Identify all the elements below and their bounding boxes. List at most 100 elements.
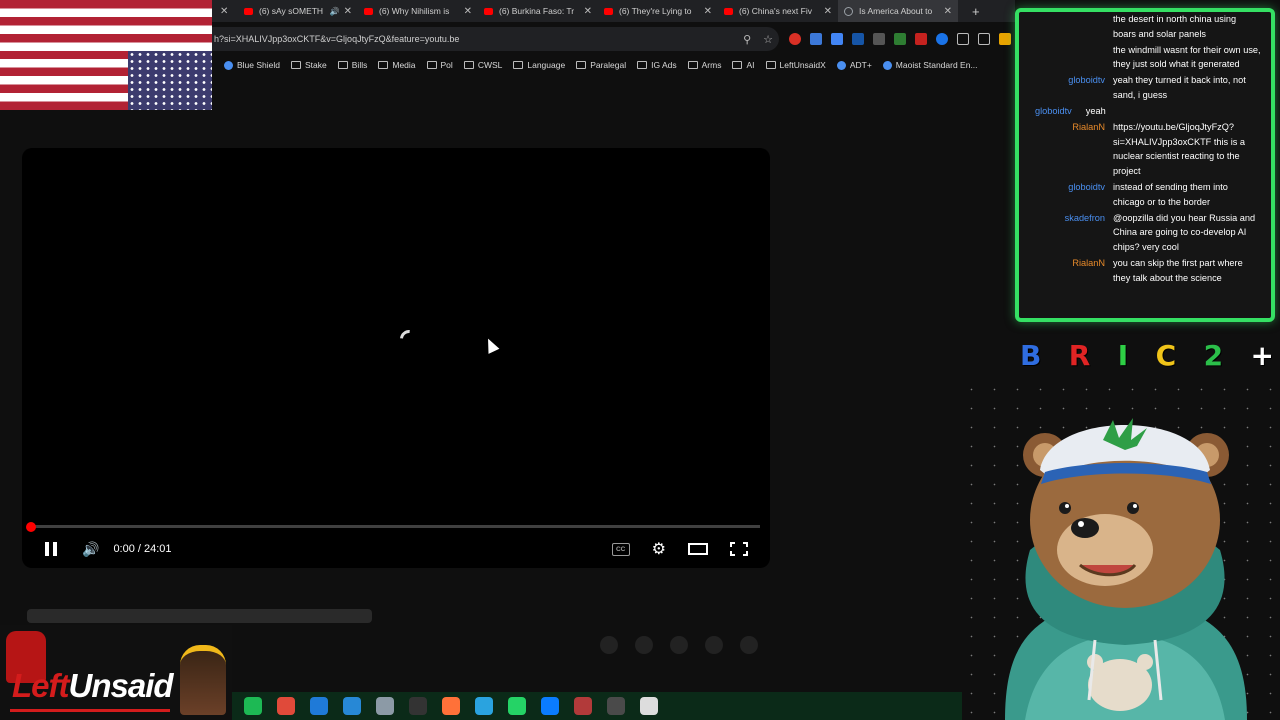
extension-icon[interactable] <box>894 33 906 45</box>
bookmark-item[interactable]: Maoist Standard En... <box>882 60 978 70</box>
bookmark-label: CWSL <box>477 60 503 70</box>
close-icon[interactable]: ✕ <box>344 6 352 17</box>
tab-title: Is America About to <box>859 6 933 16</box>
folder-icon <box>513 61 524 69</box>
tab-2[interactable]: (6) Burkina Faso: Tr ✕ <box>478 0 598 22</box>
url-text[interactable]: h?si=XHALIVJpp3oxCKTF&v=GljoqJtyFzQ&feat… <box>214 34 731 44</box>
extension-icon[interactable] <box>873 33 885 45</box>
telegram-icon[interactable] <box>475 697 493 715</box>
obs-icon[interactable] <box>607 697 625 715</box>
us-flag-overlay <box>0 0 212 110</box>
extension-icon[interactable] <box>852 33 864 45</box>
channel-glyph-icon: + <box>1250 338 1274 372</box>
fullscreen-button[interactable] <box>730 542 748 556</box>
bookmark-item[interactable]: LeftUnsaidX <box>765 60 826 70</box>
zoom-icon[interactable]: ⚲ <box>743 33 751 46</box>
bookmark-item[interactable]: Arms <box>687 60 721 70</box>
chat-overlay: the desert in north china using boars an… <box>1015 8 1275 322</box>
bookmark-label: LeftUnsaidX <box>779 60 826 70</box>
volume-icon[interactable]: 🔊 <box>82 541 99 558</box>
chat-username: RialanN <box>1072 258 1105 268</box>
bookmark-star-icon[interactable]: ☆ <box>763 33 773 46</box>
bookmark-item[interactable]: AI <box>732 60 755 70</box>
video-progress-bar[interactable] <box>26 521 760 532</box>
channel-glyph-icon: R <box>1068 338 1091 372</box>
whatsapp-icon[interactable] <box>508 697 526 715</box>
sidebar-icon[interactable] <box>978 33 990 45</box>
player-controls: 🔊 0:00 / 24:01 CC ⚙ <box>22 536 770 562</box>
extensions-puzzle-icon[interactable] <box>957 33 969 45</box>
channel-glyph-icon: B <box>1020 338 1042 372</box>
app11-icon[interactable] <box>574 697 592 715</box>
app5-icon[interactable] <box>376 697 394 715</box>
chat-username: globoidtv <box>1068 182 1105 193</box>
extension-icon[interactable] <box>936 33 948 45</box>
extension-icon[interactable] <box>789 33 801 45</box>
extensions-bar <box>779 33 1015 45</box>
bookmark-item[interactable]: Language <box>513 60 565 70</box>
close-icon[interactable]: ✕ <box>584 6 592 17</box>
theater-mode-button[interactable] <box>688 543 708 555</box>
chat-message: skadefron @oopzilla did you hear Russia a… <box>1027 211 1261 255</box>
bookmark-item[interactable]: Stake <box>291 60 327 70</box>
channel-glyph-icon: I <box>1117 338 1129 372</box>
folder-icon <box>337 61 348 69</box>
folder-icon <box>576 61 587 69</box>
close-icon[interactable]: ✕ <box>704 6 712 17</box>
bookmark-item[interactable]: Blue Shield <box>224 60 280 70</box>
tab-truncated[interactable]: ✕ <box>212 0 238 22</box>
tab-4[interactable]: (6) China's next Fiv ✕ <box>718 0 838 22</box>
omnibox[interactable]: h?si=XHALIVJpp3oxCKTF&v=GljoqJtyFzQ&feat… <box>212 27 779 51</box>
extension-icon[interactable] <box>999 33 1011 45</box>
bookmark-item[interactable]: CWSL <box>463 60 503 70</box>
spotify-icon[interactable] <box>244 697 262 715</box>
youtube-favicon-icon <box>724 7 733 15</box>
video-player[interactable] <box>22 148 770 568</box>
speaker-icon[interactable]: 🔊 <box>330 7 340 16</box>
channel-icons: B R I C 2 + <box>1018 336 1278 374</box>
firefox-icon[interactable] <box>442 697 460 715</box>
chat-username <box>1027 43 1113 72</box>
bookmark-item[interactable]: ADT+ <box>836 60 872 70</box>
action-skeletons <box>600 636 758 654</box>
bookmark-item[interactable]: Media <box>378 60 416 70</box>
translate-icon[interactable] <box>831 33 843 45</box>
tab-1[interactable]: (6) Why Nihilism is ✕ <box>358 0 478 22</box>
progress-scrubber[interactable] <box>26 521 36 532</box>
title-skeleton <box>27 609 372 623</box>
adblock-icon[interactable] <box>915 33 927 45</box>
vscode-icon[interactable] <box>343 697 361 715</box>
chrome-icon[interactable] <box>277 697 295 715</box>
bookmark-item[interactable]: Bills <box>337 60 367 70</box>
new-tab-icon[interactable]: + <box>972 4 980 19</box>
tab-active[interactable]: Is America About to ✕ <box>838 0 958 22</box>
tab-0[interactable]: (6) sAy sOMETH 🔊 ✕ <box>238 0 358 22</box>
time-display: 0:00 / 24:01 <box>113 543 172 555</box>
close-icon[interactable]: ✕ <box>824 6 832 17</box>
messenger-icon[interactable] <box>541 697 559 715</box>
chat-message: globoidtv instead of sending them into ch… <box>1027 180 1261 209</box>
bookmark-item[interactable]: IG Ads <box>637 60 677 70</box>
close-icon[interactable]: ✕ <box>944 6 952 17</box>
pause-button[interactable] <box>44 542 58 556</box>
captions-button[interactable]: CC <box>611 542 630 556</box>
settings-gear-icon[interactable]: ⚙ <box>652 539 666 559</box>
chat-text: https://youtu.be/GljoqJtyFzQ?si=XHALIVJp… <box>1113 122 1245 176</box>
store-icon[interactable] <box>310 697 328 715</box>
tab-3[interactable]: (6) They're Lying to ✕ <box>598 0 718 22</box>
bookmark-item[interactable]: Paralegal <box>576 60 626 70</box>
bookmark-label: Pol <box>440 60 453 70</box>
bookmark-label: IG Ads <box>651 60 677 70</box>
tab-title: (6) They're Lying to <box>619 6 692 16</box>
bookmark-label: AI <box>746 60 755 70</box>
app13-icon[interactable] <box>640 697 658 715</box>
loading-icon <box>844 6 853 16</box>
close-icon[interactable]: ✕ <box>220 6 228 17</box>
close-icon[interactable]: ✕ <box>464 6 472 17</box>
logo-underline <box>10 709 170 712</box>
flag-union <box>128 51 212 110</box>
bookmark-label: Stake <box>305 60 327 70</box>
extension-icon[interactable] <box>810 33 822 45</box>
epic-icon[interactable] <box>409 697 427 715</box>
bookmark-item[interactable]: Pol <box>426 60 453 70</box>
